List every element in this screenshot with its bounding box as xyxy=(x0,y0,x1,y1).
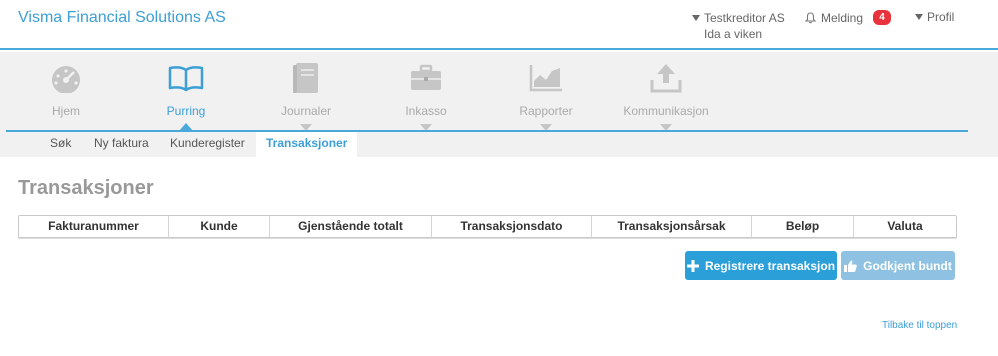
top-bar: Visma Financial Solutions AS Testkredito… xyxy=(0,0,998,50)
brand-title[interactable]: Visma Financial Solutions AS xyxy=(18,9,226,27)
nav-item-kommunikasjon[interactable]: Kommunikasjon xyxy=(616,60,716,131)
nav-label: Journaler xyxy=(280,104,332,118)
nav-label: Purring xyxy=(166,104,206,118)
profile-label[interactable]: Profil xyxy=(927,10,954,24)
nav-item-hjem[interactable]: Hjem xyxy=(16,60,116,118)
nav-item-journaler[interactable]: Journaler xyxy=(256,60,356,131)
speedometer-icon xyxy=(52,66,80,93)
page-title: Transaksjoner xyxy=(18,177,154,199)
column-header-fakturanummer[interactable]: Fakturanummer xyxy=(19,216,169,237)
plus-icon xyxy=(686,259,699,272)
nav-label: Hjem xyxy=(51,104,80,118)
column-header-gjenstaende-totalt[interactable]: Gjenstående totalt xyxy=(270,216,432,237)
creditor-user: Ida a viken xyxy=(704,27,763,41)
subnav-item-sok[interactable]: Søk xyxy=(40,132,81,157)
register-transaction-label: Registrere transaksjon xyxy=(704,258,836,273)
notebook-icon xyxy=(293,63,318,93)
nav-item-purring[interactable]: Purring xyxy=(136,60,236,131)
approve-batch-label: Godkjent bundt xyxy=(863,258,952,273)
column-header-valuta[interactable]: Valuta xyxy=(854,216,956,237)
nav-label: Kommunikasjon xyxy=(623,104,709,118)
subnav-item-transaksjoner[interactable]: Transaksjoner xyxy=(256,132,358,157)
upload-icon xyxy=(650,64,682,93)
bell-icon xyxy=(805,11,816,23)
messages-menu[interactable]: Melding 4 xyxy=(805,10,892,25)
creditor-menu[interactable]: Testkreditor AS Ida a viken xyxy=(692,10,785,42)
messages-count-badge: 4 xyxy=(873,10,892,25)
open-book-icon xyxy=(168,66,204,92)
nav-label: Rapporter xyxy=(519,104,573,118)
column-header-transaksjonsarsak[interactable]: Transaksjonsårsak xyxy=(592,216,752,237)
profile-menu[interactable]: Profil xyxy=(915,10,954,24)
register-transaction-button[interactable]: Registrere transaksjon xyxy=(685,251,837,280)
approve-batch-button[interactable]: Godkjent bundt xyxy=(841,251,955,280)
subnav-item-kunderegister[interactable]: Kunderegister xyxy=(160,132,255,157)
messages-label[interactable]: Melding xyxy=(821,11,863,25)
nav-label: Inkasso xyxy=(405,104,447,118)
caret-down-icon xyxy=(692,15,700,21)
transactions-table-header: Fakturanummer Kunde Gjenstående totalt T… xyxy=(18,215,957,238)
caret-down-icon xyxy=(915,14,923,20)
back-to-top-link[interactable]: Tilbake til toppen xyxy=(882,320,957,331)
briefcase-icon xyxy=(411,64,441,90)
subnav-item-ny-faktura[interactable]: Ny faktura xyxy=(84,132,159,157)
thumbs-up-icon xyxy=(844,259,857,272)
main-navigation: Hjem Purring Journaler Inkasso Rapporter xyxy=(0,52,998,157)
column-header-belop[interactable]: Beløp xyxy=(752,216,854,237)
column-header-kunde[interactable]: Kunde xyxy=(169,216,270,237)
sub-navigation: Søk Ny faktura Kunderegister Transaksjon… xyxy=(0,132,998,157)
nav-item-rapporter[interactable]: Rapporter xyxy=(496,60,596,131)
creditor-name[interactable]: Testkreditor AS xyxy=(704,11,785,25)
nav-item-inkasso[interactable]: Inkasso xyxy=(376,60,476,131)
column-header-transaksjonsdato[interactable]: Transaksjonsdato xyxy=(432,216,592,237)
area-chart-icon xyxy=(529,65,562,92)
